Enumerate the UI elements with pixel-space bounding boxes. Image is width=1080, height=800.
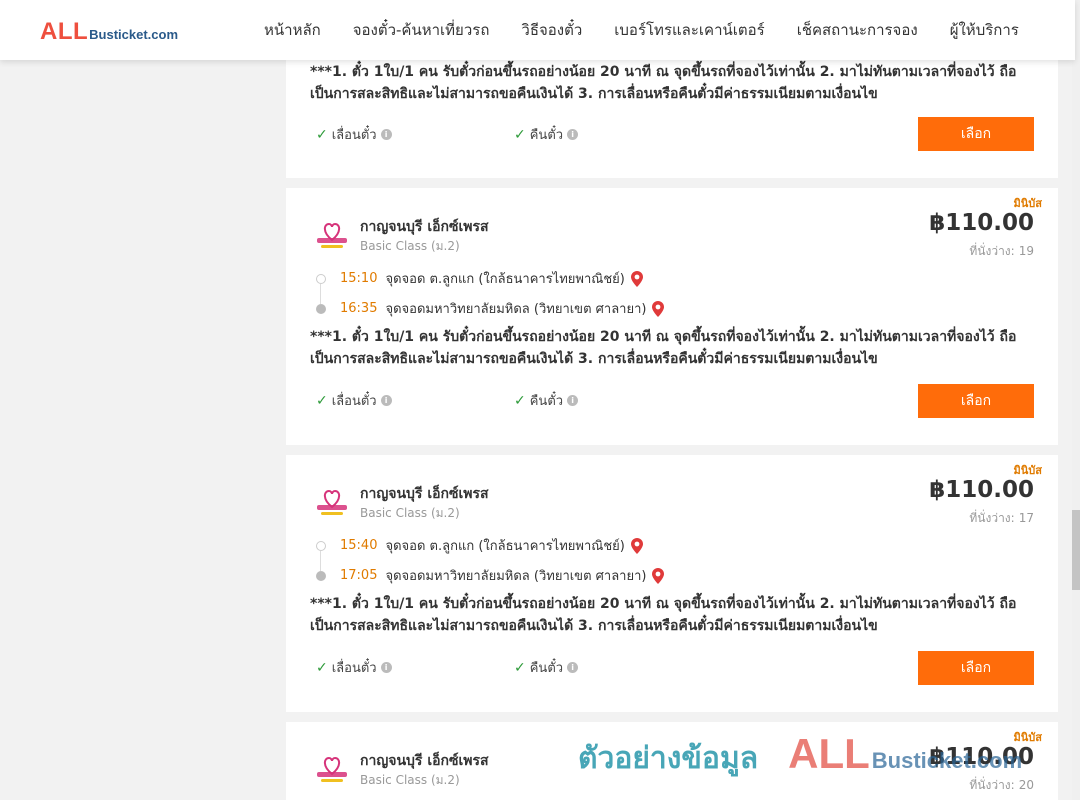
reschedule-option: ✓ เลื่อนตั๋ว i	[316, 657, 392, 678]
trip-card: มินิบัส กาญจนบุรี เอ็กซ์เพรส Basic Class…	[286, 722, 1058, 800]
note-line-1: ***1. ตั๋ว 1ใบ/1 คน รับตั๋วก่อนขึ้นรถอย่…	[310, 596, 1017, 612]
seats-available: ที่นั่งว่าง: 19	[965, 242, 1034, 261]
seats-count: 17	[1018, 511, 1034, 525]
select-button[interactable]: เลือก	[918, 117, 1034, 151]
depart-time: 15:40	[340, 538, 378, 553]
top-navbar: ALL Busticket.com หน้าหลัก จองตั๋ว-ค้นหา…	[0, 0, 1075, 60]
nav-home[interactable]: หน้าหลัก	[248, 18, 337, 42]
depart-stop: 15:40 จุดจอด ต.ลูกแก (ใกล้ธนาคารไทยพาณิช…	[316, 535, 643, 556]
arrive-stop: 16:35 จุดจอดมหาวิทยาลัยมหิดล (วิทยาเขต ศ…	[316, 298, 665, 319]
arrive-stop: 17:05 จุดจอดมหาวิทยาลัยมหิดล (วิทยาเขต ศ…	[316, 565, 665, 586]
map-pin-icon[interactable]	[652, 567, 665, 584]
info-icon[interactable]: i	[380, 395, 392, 406]
operator-logo-icon	[317, 756, 347, 782]
depart-stop: 15:10 จุดจอด ต.ลูกแก (ใกล้ธนาคารไทยพาณิช…	[316, 268, 643, 289]
depart-place: จุดจอด ต.ลูกแก (ใกล้ธนาคารไทยพาณิชย์)	[385, 539, 625, 554]
bus-class: Basic Class (ม.2)	[360, 239, 460, 253]
refund-option: ✓ คืนตั๋ว i	[514, 390, 579, 411]
refund-label: คืนตั๋ว	[529, 394, 564, 409]
trip-price: ฿110.00	[929, 210, 1034, 236]
operator-name: กาญจนบุรี เอ็กซ์เพรส	[360, 753, 489, 769]
arrive-time: 17:05	[340, 568, 378, 583]
main-nav: หน้าหลัก จองตั๋ว-ค้นหาเที่ยวรถ วิธีจองตั…	[248, 0, 1035, 60]
site-logo[interactable]: ALL Busticket.com	[40, 18, 178, 46]
seats-label: ที่นั่งว่าง:	[969, 244, 1015, 258]
reschedule-option: ✓ เลื่อนตั๋ว i	[316, 390, 392, 411]
seats-count: 20	[1018, 778, 1034, 792]
arrive-place: จุดจอดมหาวิทยาลัยมหิดล (วิทยาเขต ศาลายา)	[385, 569, 647, 584]
logo-all-text: ALL	[40, 18, 89, 45]
operator-name: กาญจนบุรี เอ็กซ์เพรส	[360, 219, 489, 235]
reschedule-label: เลื่อนตั๋ว	[331, 394, 377, 409]
refund-option: ✓ คืนตั๋ว i	[514, 124, 579, 145]
seats-label: ที่นั่งว่าง:	[969, 511, 1015, 525]
note-line-2: เป็นการสละสิทธิและไม่สามารถขอคืนเงินได้ …	[310, 618, 878, 634]
depart-place: จุดจอด ต.ลูกแก (ใกล้ธนาคารไทยพาณิชย์)	[385, 272, 625, 287]
check-icon: ✓	[316, 392, 328, 409]
trip-note: ***1. ตั๋ว 1ใบ/1 คน รับตั๋วก่อนขึ้นรถอย่…	[310, 61, 1040, 105]
trip-price: ฿110.00	[929, 744, 1034, 770]
trip-card: มินิบัส กาญจนบุรี เอ็กซ์เพรส Basic Class…	[286, 188, 1058, 445]
note-line-2: เป็นการสละสิทธิและไม่สามารถขอคืนเงินได้ …	[310, 351, 878, 367]
refund-label: คืนตั๋ว	[529, 128, 564, 143]
seats-available: ที่นั่งว่าง: 20	[965, 776, 1034, 795]
page-scrollbar[interactable]	[1072, 0, 1080, 800]
arrive-time: 16:35	[340, 301, 378, 316]
arrive-dot-icon	[316, 570, 326, 581]
operator-logo-icon	[317, 489, 347, 515]
info-icon[interactable]: i	[567, 395, 579, 406]
nav-book-search[interactable]: จองตั๋ว-ค้นหาเที่ยวรถ	[337, 18, 506, 42]
operator-name: กาญจนบุรี เอ็กซ์เพรส	[360, 486, 489, 502]
arrive-dot-icon	[316, 303, 326, 314]
check-icon: ✓	[514, 659, 526, 676]
bus-class: Basic Class (ม.2)	[360, 773, 460, 787]
note-line-1: ***1. ตั๋ว 1ใบ/1 คน รับตั๋วก่อนขึ้นรถอย่…	[310, 329, 1017, 345]
reschedule-option: ✓ เลื่อนตั๋ว i	[316, 124, 392, 145]
note-line-1: ***1. ตั๋ว 1ใบ/1 คน รับตั๋วก่อนขึ้นรถอย่…	[310, 64, 1017, 80]
operator-logo-icon	[317, 222, 347, 248]
check-icon: ✓	[316, 659, 328, 676]
trip-card: มินิบัส กาญจนบุรี เอ็กซ์เพรส Basic Class…	[286, 455, 1058, 712]
depart-time: 15:10	[340, 271, 378, 286]
seats-label: ที่นั่งว่าง:	[969, 778, 1015, 792]
bus-class: Basic Class (ม.2)	[360, 506, 460, 520]
check-icon: ✓	[316, 126, 328, 143]
info-icon[interactable]: i	[567, 662, 579, 673]
arrive-place: จุดจอดมหาวิทยาลัยมหิดล (วิทยาเขต ศาลายา)	[385, 302, 647, 317]
trip-price: ฿110.00	[929, 477, 1034, 503]
map-pin-icon[interactable]	[630, 537, 643, 554]
refund-option: ✓ คืนตั๋ว i	[514, 657, 579, 678]
info-icon[interactable]: i	[380, 662, 392, 673]
map-pin-icon[interactable]	[652, 300, 665, 317]
depart-dot-icon	[316, 273, 326, 284]
select-button[interactable]: เลือก	[918, 651, 1034, 685]
info-icon[interactable]: i	[567, 129, 579, 140]
check-icon: ✓	[514, 126, 526, 143]
refund-label: คืนตั๋ว	[529, 661, 564, 676]
map-pin-icon[interactable]	[630, 270, 643, 287]
nav-how-to-book[interactable]: วิธีจองตั๋ว	[505, 18, 598, 42]
select-button[interactable]: เลือก	[918, 384, 1034, 418]
logo-domain-text: Busticket.com	[89, 27, 179, 42]
seats-count: 19	[1018, 244, 1034, 258]
nav-check-booking[interactable]: เช็คสถานะการจอง	[781, 18, 934, 42]
trip-note: ***1. ตั๋ว 1ใบ/1 คน รับตั๋วก่อนขึ้นรถอย่…	[310, 593, 1040, 637]
reschedule-label: เลื่อนตั๋ว	[331, 128, 377, 143]
nav-contact-counters[interactable]: เบอร์โทรและเคาน์เตอร์	[598, 18, 780, 42]
depart-dot-icon	[316, 540, 326, 551]
nav-operators[interactable]: ผู้ให้บริการ	[934, 18, 1035, 42]
info-icon[interactable]: i	[380, 129, 392, 140]
reschedule-label: เลื่อนตั๋ว	[331, 661, 377, 676]
scrollbar-thumb[interactable]	[1072, 510, 1080, 590]
note-line-2: เป็นการสละสิทธิและไม่สามารถขอคืนเงินได้ …	[310, 86, 878, 102]
check-icon: ✓	[514, 392, 526, 409]
trip-note: ***1. ตั๋ว 1ใบ/1 คน รับตั๋วก่อนขึ้นรถอย่…	[310, 326, 1040, 370]
seats-available: ที่นั่งว่าง: 17	[965, 509, 1034, 528]
